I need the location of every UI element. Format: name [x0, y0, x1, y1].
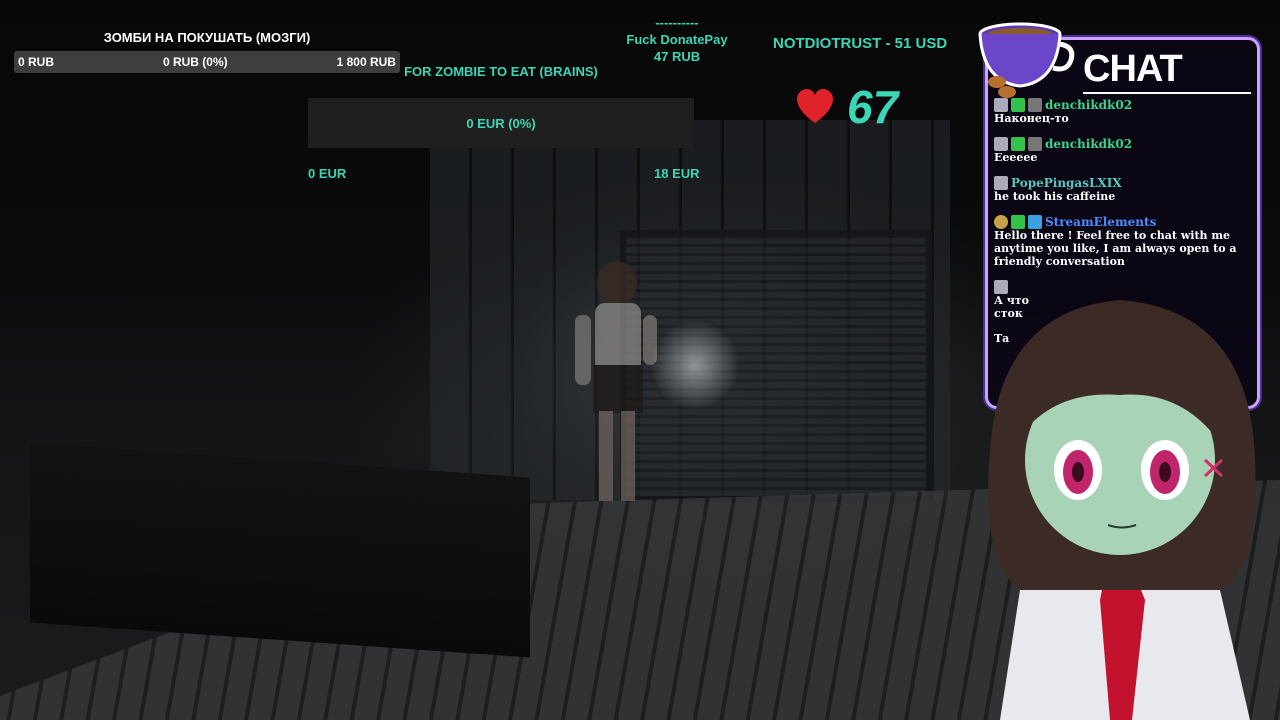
top-donation: NOTDIOTRUST - 51 USD [773, 35, 948, 52]
moderator-badge-icon [1011, 215, 1025, 229]
chat-username[interactable]: denchikdk02 [1045, 137, 1132, 151]
chat-text: Наконец-то [994, 112, 1069, 125]
goal-eur-max: 18 EUR [654, 166, 700, 181]
last-donation-amount: 47 RUB [653, 49, 701, 64]
anchor-badge-icon [994, 215, 1008, 229]
chat-message: denchikdk02 Ееееее [994, 137, 1256, 164]
chat-text: Hello there ! Feel free to chat with me … [994, 229, 1237, 268]
bot-badge-icon [1028, 215, 1042, 229]
goal-eur-current: 0 EUR (0%) [466, 115, 536, 131]
chat-message: denchikdk02 Наконец-то [994, 98, 1256, 125]
chat-username[interactable]: PopePingasLXIX [1011, 176, 1122, 190]
heart-counter: 67 [795, 80, 898, 134]
last-donation-divider: ---------- [655, 15, 699, 30]
chat-title-underline [1083, 92, 1251, 94]
coffee-cup-icon [978, 22, 1075, 98]
last-donation: ---------- Fuck DonatePay 47 RUB [610, 14, 744, 65]
ghost-girl-figure [575, 261, 657, 501]
goal-eur-title: FOR ZOMBIE TO EAT (BRAINS) [404, 64, 598, 79]
goal-rub-min: 0 RUB [18, 55, 55, 69]
last-donation-name: Fuck DonatePay [626, 32, 728, 47]
chat-text: Ееееее [994, 151, 1038, 164]
owl-badge-icon [1028, 98, 1042, 112]
goal-eur-min: 0 EUR [308, 166, 347, 181]
user-badge-icon [994, 176, 1008, 190]
owl-badge-icon [1028, 137, 1042, 151]
goal-eur-progress-bar: 0 EUR (0%) [308, 98, 694, 148]
flashlight-glow [650, 320, 740, 410]
chat-message: StreamElements Hello there ! Feel free t… [994, 215, 1256, 268]
goal-rub-current: 0 RUB (0%) [162, 55, 228, 69]
chat-username[interactable]: StreamElements [1045, 215, 1156, 229]
chat-title: CHAT [1083, 48, 1183, 90]
chat-text: he took his caffeine [994, 190, 1116, 203]
heart-count: 67 [847, 81, 899, 133]
chat-message: PopePingasLXIX he took his caffeine [994, 176, 1256, 203]
dark-crate [30, 442, 530, 658]
chat-username[interactable]: denchikdk02 [1045, 98, 1132, 112]
subscriber-badge-icon [994, 98, 1008, 112]
moderator-badge-icon [1011, 137, 1025, 151]
heart-icon [797, 89, 833, 123]
vtuber-avatar [988, 300, 1256, 720]
subscriber-badge-icon [994, 137, 1008, 151]
moderator-badge-icon [1011, 98, 1025, 112]
goal-rub-title: ЗОМБИ НА ПОКУШАТЬ (МОЗГИ) [103, 30, 311, 45]
